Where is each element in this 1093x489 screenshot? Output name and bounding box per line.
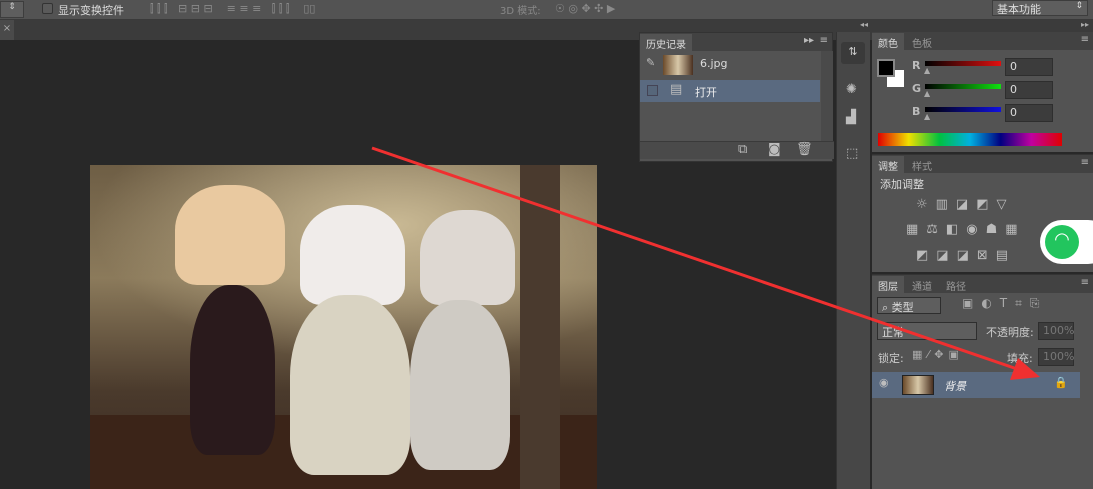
wifi-icon: ◠: [1045, 225, 1079, 259]
annotation-arrow: [371, 146, 1040, 380]
wifi-badge[interactable]: ◠: [1040, 220, 1093, 264]
